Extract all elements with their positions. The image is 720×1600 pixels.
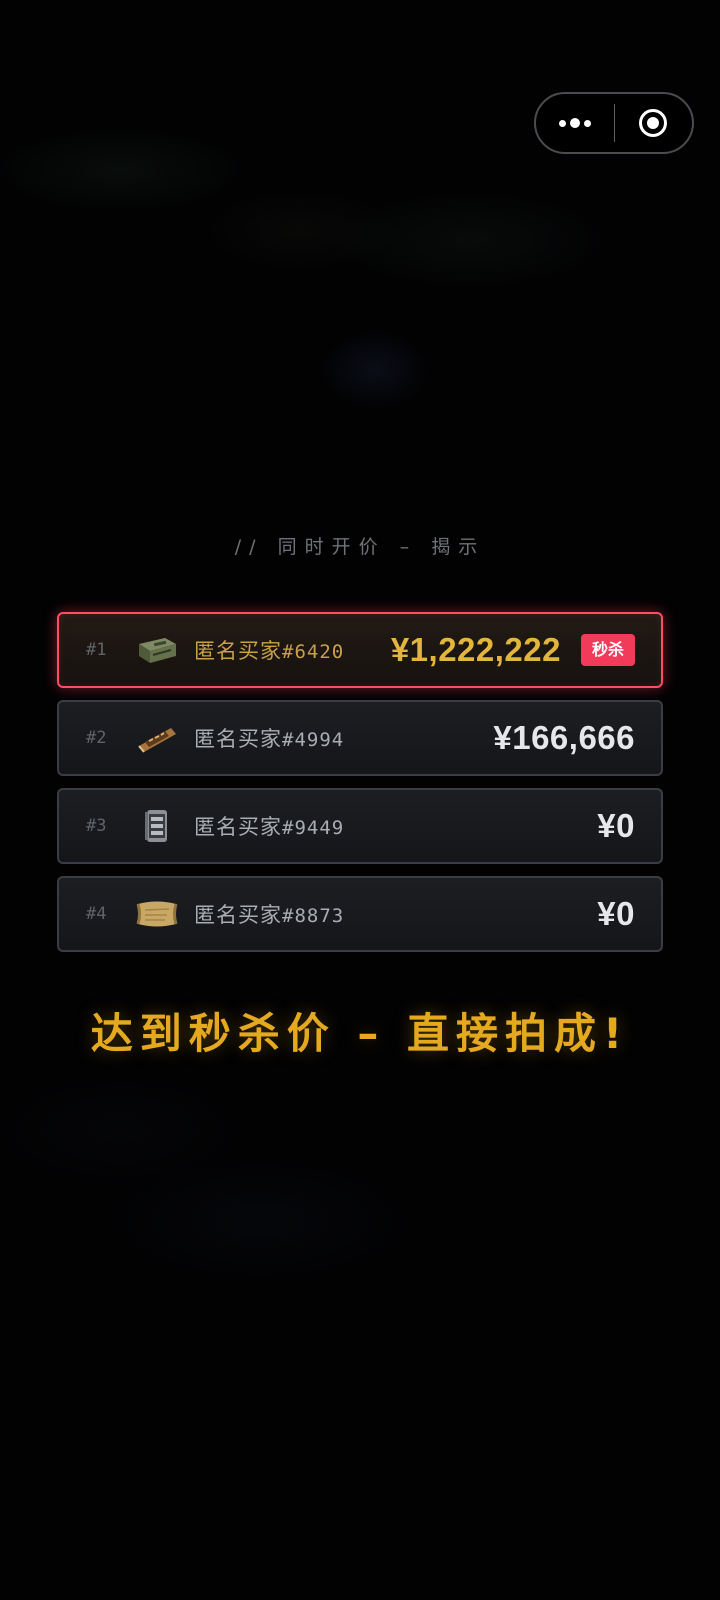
target-close-icon (639, 109, 668, 137)
buyer-name: 匿名买家#4994 (194, 723, 344, 753)
ration-bar-icon (135, 720, 179, 756)
flash-sale-banner: 达到秒杀价 – 直接拍成! (90, 1009, 630, 1058)
more-menu-button[interactable] (536, 94, 614, 152)
bid-price: ¥166,666 (493, 719, 635, 756)
buyer-label: 匿名买家 (194, 727, 282, 751)
bid-rank: #3 (86, 816, 107, 836)
bid-rank: #4 (86, 904, 107, 924)
bid-row[interactable]: #2 匿名买家#4994 ¥166,666 (57, 700, 663, 776)
buyer-name: 匿名买家#8873 (194, 899, 344, 929)
metal-canister-icon (135, 808, 179, 844)
buyer-name: 匿名买家#6420 (194, 635, 344, 665)
mini-program-capsule (534, 92, 694, 154)
bid-list: #1 匿名买家#6420 ¥1,222,222 秒杀 #2 匿名买家#4994 (57, 612, 663, 964)
bid-row[interactable]: #4 匿名买家#8873 ¥0 (57, 876, 663, 952)
buyer-tag: #8873 (282, 905, 345, 927)
more-dots-icon (558, 118, 591, 128)
bid-row[interactable]: #3 匿名买家#9449 ¥0 (57, 788, 663, 864)
background-glow-top (0, 40, 720, 300)
reveal-title: // 同时开价 – 揭示 (234, 536, 486, 558)
buyer-tag: #9449 (282, 817, 345, 839)
buyer-name: 匿名买家#9449 (194, 811, 344, 841)
scroll-map-icon (135, 896, 179, 932)
ammo-box-icon (135, 632, 179, 668)
buyer-tag: #6420 (282, 641, 345, 663)
bid-rank: #2 (86, 728, 107, 748)
flash-sale-badge: 秒杀 (580, 634, 635, 666)
close-mini-program-button[interactable] (615, 94, 693, 152)
buyer-label: 匿名买家 (194, 815, 282, 839)
bid-price: ¥0 (597, 895, 635, 932)
buyer-label: 匿名买家 (194, 903, 282, 927)
buyer-label: 匿名买家 (194, 639, 282, 663)
bid-price: ¥1,222,222 (390, 631, 561, 668)
background-glow-middle (320, 330, 430, 410)
bid-price: ¥0 (597, 807, 635, 844)
bid-row[interactable]: #1 匿名买家#6420 ¥1,222,222 秒杀 (57, 612, 663, 688)
background-glow-bottom (0, 1040, 720, 1360)
bid-rank: #1 (86, 640, 107, 660)
buyer-tag: #4994 (282, 729, 345, 751)
